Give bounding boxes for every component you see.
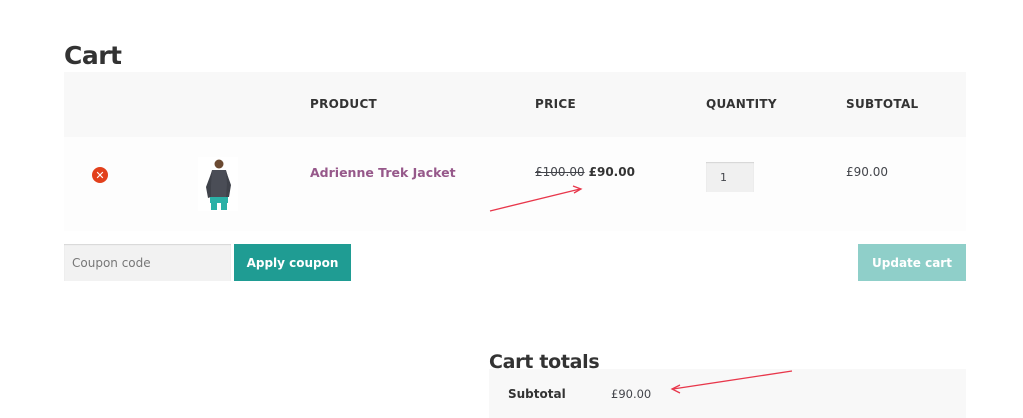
- coupon-code-input[interactable]: [64, 244, 231, 281]
- cart-item-row: ✕ Adrienne Trek Jacket £100.00£90.00 £90…: [64, 137, 966, 231]
- cart-table-header: PRODUCT PRICE QUANTITY SUBTOTAL: [64, 72, 966, 137]
- totals-subtotal-value: £90.00: [611, 387, 652, 401]
- column-header-quantity: QUANTITY: [706, 97, 777, 111]
- product-name-link[interactable]: Adrienne Trek Jacket: [310, 165, 456, 180]
- totals-subtotal-label: Subtotal: [508, 387, 566, 401]
- item-price: £100.00 £90.00: [535, 165, 635, 179]
- apply-coupon-button[interactable]: Apply coupon: [234, 244, 351, 281]
- totals-subtotal-row: Subtotal £90.00: [489, 369, 966, 418]
- update-cart-button[interactable]: Update cart: [858, 244, 966, 281]
- remove-icon: ✕: [95, 168, 105, 182]
- column-header-subtotal: SUBTOTAL: [846, 97, 919, 111]
- cart-table: PRODUCT PRICE QUANTITY SUBTOTAL ✕ Adrien…: [64, 72, 966, 231]
- quantity-input[interactable]: [706, 162, 754, 192]
- column-header-price: PRICE: [535, 97, 577, 111]
- price-original: £100.00: [535, 165, 585, 179]
- page-title: Cart: [64, 40, 122, 70]
- product-thumbnail[interactable]: [198, 157, 238, 211]
- item-subtotal: £90.00: [846, 165, 888, 179]
- price-sale: £90.00: [588, 165, 635, 179]
- remove-item-button[interactable]: ✕: [92, 167, 108, 183]
- column-header-product: PRODUCT: [310, 97, 378, 111]
